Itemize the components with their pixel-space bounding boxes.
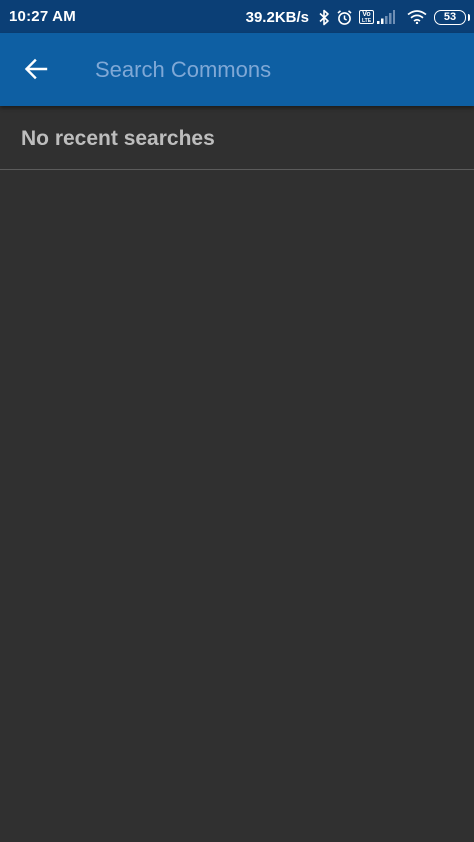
alarm-icon: [336, 9, 353, 26]
volte-label-top: Vo: [362, 10, 371, 18]
status-time: 10:27 AM: [9, 8, 76, 25]
status-bar: 10:27 AM 39.2KB/s Vo LTE 53: [0, 0, 474, 33]
bluetooth-icon: [319, 9, 330, 26]
back-button[interactable]: [14, 47, 58, 91]
app-bar: [0, 33, 474, 106]
arrow-left-icon: [24, 58, 48, 80]
volte-label-bottom: LTE: [361, 17, 372, 24]
battery-level: 53: [443, 11, 457, 23]
recent-searches-list: [0, 170, 474, 842]
battery-icon: 53: [434, 9, 470, 25]
volte-icon: Vo LTE: [359, 10, 374, 24]
wifi-icon: [407, 10, 427, 24]
search-input[interactable]: [95, 53, 455, 87]
no-recent-searches-label: No recent searches: [21, 127, 215, 150]
signal-icon: [377, 10, 395, 24]
status-icons: 39.2KB/s Vo LTE 53: [245, 6, 470, 28]
recent-searches-header: No recent searches: [0, 106, 474, 170]
network-speed: 39.2KB/s: [245, 8, 309, 26]
